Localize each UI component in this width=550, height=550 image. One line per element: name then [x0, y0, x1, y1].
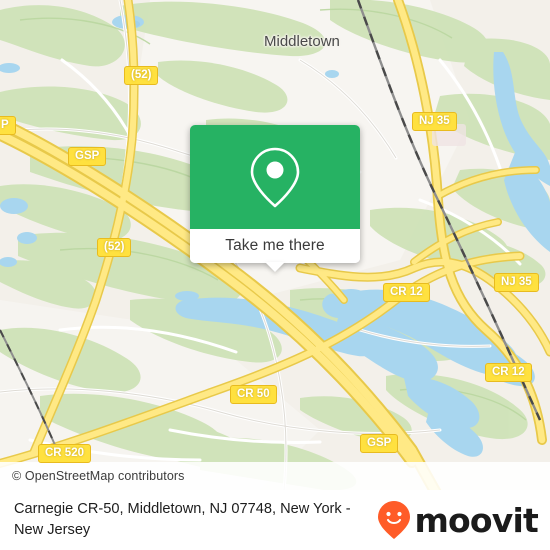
footer-bar: Carnegie CR-50, Middletown, NJ 07748, Ne… — [0, 490, 550, 550]
popup-footer[interactable]: Take me there — [190, 229, 360, 263]
map-canvas[interactable]: Middletown (52) NJ 35 GSP (52) CR 12 NJ … — [0, 0, 550, 490]
location-popup-card[interactable]: Take me there — [190, 125, 360, 272]
shield-gsp-edge-left[interactable]: P — [0, 116, 16, 135]
moovit-wordmark: moovit — [414, 500, 538, 540]
popup-inner: Take me there — [190, 125, 360, 263]
location-pin-icon — [250, 147, 300, 208]
shield-cr-12-center[interactable]: CR 12 — [383, 283, 430, 302]
shield-cr-520-southwest[interactable]: CR 520 — [38, 444, 91, 463]
map-screen: Middletown (52) NJ 35 GSP (52) CR 12 NJ … — [0, 0, 550, 550]
moovit-logo[interactable]: moovit — [377, 500, 539, 540]
popup-header — [190, 125, 360, 229]
shield-nj-35-east[interactable]: NJ 35 — [494, 273, 539, 292]
shield-cr-12-east[interactable]: CR 12 — [485, 363, 532, 382]
osm-attribution-text[interactable]: © OpenStreetMap contributors — [12, 469, 185, 483]
place-label-middletown: Middletown — [264, 33, 340, 50]
shield-gsp-south[interactable]: GSP — [360, 434, 399, 453]
shield-gsp-northwest[interactable]: GSP — [68, 147, 107, 166]
map-attribution-bar: © OpenStreetMap contributors — [0, 462, 550, 490]
moovit-smiley-pin-icon — [378, 501, 411, 539]
shield-cr-50-south[interactable]: CR 50 — [230, 385, 277, 404]
shield-cr-52-north[interactable]: (52) — [124, 66, 159, 85]
shield-nj-35-north[interactable]: NJ 35 — [412, 112, 457, 131]
popup-tail-pointer — [265, 262, 285, 272]
take-me-there-label: Take me there — [225, 237, 325, 254]
location-title: Carnegie CR-50, Middletown, NJ 07748, Ne… — [14, 501, 351, 538]
shield-cr-52-west[interactable]: (52) — [97, 238, 132, 257]
